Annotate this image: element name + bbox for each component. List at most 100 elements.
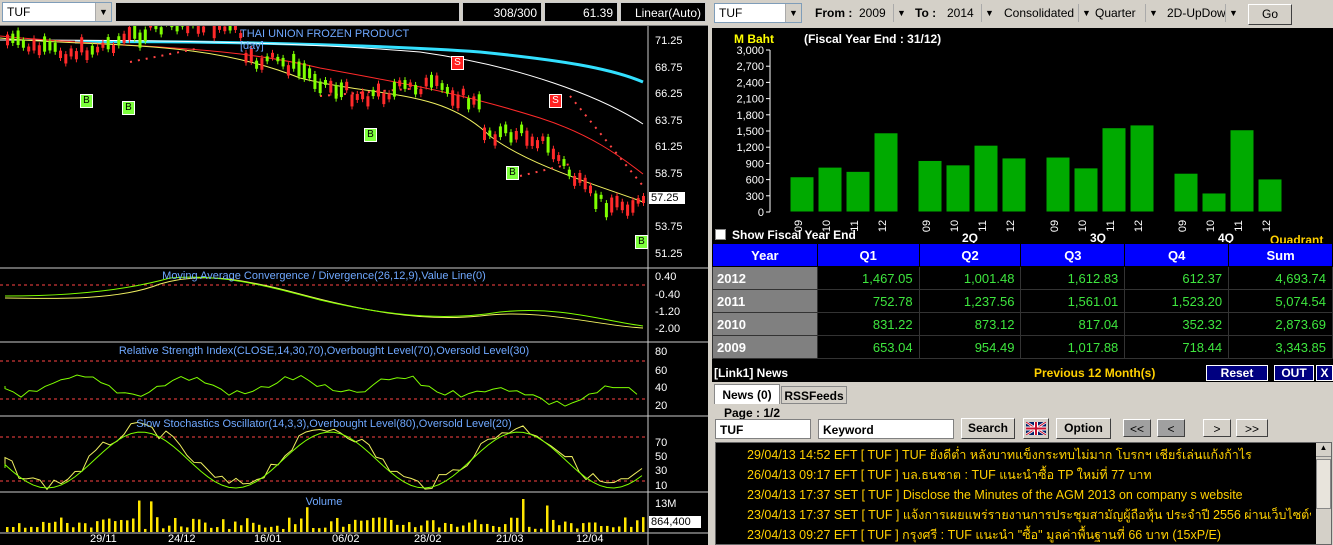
y-tick-label: 3,000 [736,45,764,57]
macd-signal-line [4,276,644,327]
col-header: Q3 [1020,243,1126,267]
x-tick-label: 10 [1205,220,1217,232]
macd-tick: -1.20 [655,306,681,318]
news-symbol-input[interactable]: TUF [715,419,811,439]
table-cell: 352.32 [1124,312,1230,336]
table-cell: 831.22 [816,312,920,336]
buy-signal: B [635,235,648,249]
financial-panel: TUF ▼ From : 2009 ▼ To : 2014 ▼ Consolid… [712,0,1333,545]
news-list: 29/04/13 14:52 EFT [ TUF ] TUF ยังดีต่ำ … [715,442,1332,545]
stoch-tick: 10 [655,480,668,492]
scroll-thumb[interactable] [1316,459,1331,509]
rsi-title: Relative Strength Index(CLOSE,14,30,70),… [118,345,530,357]
stoch-tick: 30 [655,465,668,477]
prev-page-button[interactable]: < [1157,419,1185,437]
show-fiscal-row[interactable]: Show Fiscal Year End [715,228,856,242]
view-select[interactable]: 2D-UpDown ▼ [1162,3,1242,23]
news-panel-title: [Link1] News [714,366,789,380]
table-cell: 1,237.56 [918,289,1022,313]
sar-dots [129,47,644,187]
y-tick-label: 2,100 [736,94,764,106]
rsi-tick: 60 [655,365,668,377]
table-row: 2012 1,467.05 1,001.48 1,612.83 612.37 4… [712,266,1333,290]
first-page-button[interactable]: << [1123,419,1151,437]
symbol-value: TUF [7,5,31,19]
table-header-row: Year Q1 Q2 Q3 Q4 Sum [712,243,1333,267]
table-cell: 1,561.01 [1020,289,1126,313]
last-price-badge: 57.25 [649,192,685,204]
table-cell: 1,001.48 [918,266,1022,290]
period-select[interactable]: Quarter ▼ [1090,3,1162,23]
y-tick-label: 2,700 [736,61,764,73]
bar [789,176,815,213]
go-button[interactable]: Go [1248,4,1292,25]
x-tick-label: 12 [1005,220,1017,232]
col-header: Year [712,243,818,267]
chevron-down-icon: ▼ [1145,4,1161,22]
option-button[interactable]: Option [1056,418,1111,439]
news-item[interactable]: 29/04/13 14:52 EFT [ TUF ] TUF ยังดีต่ำ … [721,445,1311,465]
stoch-title: Slow Stochastics Oscillator(14,3,3),Over… [136,418,512,430]
date-tick: 12/04 [576,533,604,545]
next-page-button[interactable]: > [1203,419,1231,437]
sell-signal: S [549,94,562,108]
news-item[interactable]: 23/04/13 17:37 SET [ TUF ] Disclose the … [721,485,1311,505]
from-select[interactable]: 2009 ▼ [854,3,910,23]
x-tick-label: 12 [877,220,889,232]
chevron-down-icon: ▼ [1225,4,1241,22]
last-page-button[interactable]: >> [1236,419,1268,437]
last-volume-badge: 864,400 [649,516,701,528]
table-cell: 653.04 [816,335,920,359]
chart-title: THAI UNION FROZEN PRODUCT [day] [240,28,410,52]
news-period-label: Previous 12 Month(s) [1034,366,1156,380]
rsi-tick: 20 [655,400,668,412]
rsi-tick: 40 [655,382,668,394]
table-cell: 612.37 [1124,266,1230,290]
macd-tick: -2.00 [655,323,681,335]
tab-rssfeeds[interactable]: RSSFeeds [781,386,847,404]
bar [1073,167,1099,213]
price-tick: 53.75 [655,221,683,233]
news-scrollbar[interactable]: ▲ [1316,443,1331,544]
bar [973,144,999,213]
news-item[interactable]: 23/04/13 09:27 EFT [ TUF ] กรุงศรี : TUF… [721,525,1311,545]
table-row: 2010 831.22 873.12 817.04 352.32 2,873.6… [712,312,1333,336]
col-header: Q2 [918,243,1022,267]
bar [1257,178,1283,213]
col-header: Q4 [1124,243,1230,267]
x-tick-label: 11 [977,220,989,231]
symbol-select[interactable]: TUF ▼ [2,2,112,22]
chevron-down-icon: ▼ [95,3,111,21]
candlesticks [6,26,645,221]
statement-type-select[interactable]: Consolidated ▼ [999,3,1095,23]
table-cell: 1,612.83 [1020,266,1126,290]
news-item[interactable]: 23/04/13 17:37 SET [ TUF ] แจ้งการเผยแพร… [721,505,1311,525]
table-cell: 1,523.20 [1124,289,1230,313]
tab-news[interactable]: News (0) [714,384,780,404]
scroll-up-icon[interactable]: ▲ [1316,443,1331,457]
col-header: Q1 [816,243,920,267]
x-tick-label: 11 [1233,220,1245,231]
buy-signal: B [122,101,135,115]
to-select[interactable]: 2014 ▼ [942,3,998,23]
buy-signal: B [364,128,377,142]
table-cell: 954.49 [918,335,1022,359]
show-fiscal-checkbox[interactable] [715,229,726,240]
col-header: Sum [1228,243,1333,267]
scale-box[interactable]: Linear(Auto) [620,2,706,22]
date-tick: 28/02 [414,533,442,545]
close-button[interactable]: X [1316,365,1333,381]
news-item[interactable]: 26/04/13 09:17 EFT [ TUF ] บล.ธนชาต : TU… [721,465,1311,485]
financial-symbol-select[interactable]: TUF ▼ [714,3,802,23]
language-flag-button[interactable] [1023,418,1049,439]
stoch-d-line [4,431,643,489]
out-button[interactable]: OUT [1274,365,1314,381]
view-value: 2D-UpDown [1167,6,1233,20]
reset-button[interactable]: Reset [1206,365,1268,381]
x-tick-label: 10 [949,220,961,232]
x-tick-label: 09 [1049,220,1061,232]
stoch-tick: 50 [655,451,668,463]
search-button[interactable]: Search [961,418,1015,439]
keyword-input[interactable]: Keyword [818,419,954,439]
chart-canvas[interactable] [0,26,708,545]
